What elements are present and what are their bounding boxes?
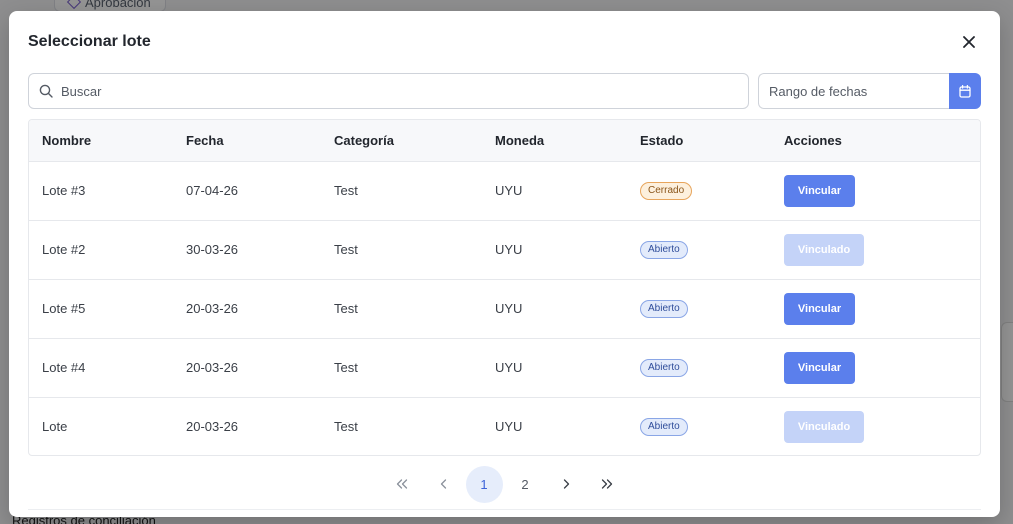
- cell-actions: Vincular: [771, 279, 980, 338]
- cell-actions: Vinculado: [771, 397, 980, 455]
- cell-category: Test: [334, 419, 358, 435]
- cell-date: 20-03-26: [186, 419, 239, 435]
- cell-currency: UYU: [495, 360, 523, 375]
- cell-actions: Vincular: [771, 161, 980, 220]
- cell-status: Abierto: [627, 279, 771, 338]
- cell-category: Test: [334, 360, 358, 375]
- status-badge: Abierto: [640, 418, 688, 437]
- pagination: 1 2: [9, 465, 1000, 503]
- close-icon: [963, 36, 975, 48]
- cell-currency: UYU: [495, 419, 523, 435]
- cell-name: Lote #5: [42, 301, 86, 316]
- linked-button[interactable]: Vinculado: [784, 233, 864, 266]
- date-range-field: [758, 73, 981, 109]
- table-header-row: Nombre Fecha Categoría Moneda Estado Acc…: [29, 120, 980, 161]
- cell-date: 07-04-26: [186, 183, 239, 198]
- last-page-button[interactable]: [589, 466, 626, 503]
- status-badge: Abierto: [640, 241, 688, 259]
- table-row: Lote #4 20-03-26 Test UYU Abierto Vincul…: [29, 338, 980, 397]
- cell-status: Abierto: [627, 220, 771, 279]
- select-batch-modal: Seleccionar lote Nombre Fecha: [9, 11, 1000, 517]
- cell-status: Cerrado: [627, 161, 771, 220]
- modal-title: Seleccionar lote: [28, 33, 151, 50]
- table-row: Lote #2 30-03-26 Test UYU Abierto Vincul…: [29, 220, 980, 279]
- first-page-button[interactable]: [384, 466, 421, 503]
- cell-name: Lote #3: [42, 183, 86, 198]
- page-button-2[interactable]: 2: [507, 466, 544, 503]
- link-button[interactable]: Vincular: [784, 174, 855, 207]
- chevron-left-icon: [440, 479, 446, 489]
- column-header-date: Fecha: [186, 132, 224, 148]
- column-header-status: Estado: [640, 132, 684, 148]
- search-field[interactable]: [28, 73, 749, 109]
- cell-name: Lote: [42, 419, 68, 435]
- search-input[interactable]: [61, 83, 701, 99]
- cell-currency: UYU: [495, 183, 523, 198]
- chevron-right-icon: [563, 479, 569, 489]
- table-row: Lote #5 20-03-26 Test UYU Abierto Vincul…: [29, 279, 980, 338]
- column-header-currency: Moneda: [495, 132, 545, 148]
- link-button[interactable]: Vincular: [784, 351, 855, 384]
- cell-category: Test: [334, 242, 358, 257]
- cell-category: Test: [334, 183, 358, 198]
- status-badge: Abierto: [640, 359, 688, 377]
- double-chevron-right-icon: [601, 479, 613, 489]
- double-chevron-left-icon: [396, 479, 408, 489]
- cell-currency: UYU: [495, 301, 523, 316]
- cell-status: Abierto: [627, 338, 771, 397]
- cell-category: Test: [334, 301, 358, 316]
- previous-page-button[interactable]: [425, 466, 462, 503]
- table-row: Lote 20-03-26 Test UYU Abierto Vinculado: [29, 397, 980, 455]
- divider: [28, 509, 981, 510]
- cell-date: 20-03-26: [186, 301, 239, 316]
- cell-name: Lote #4: [42, 360, 86, 375]
- column-header-category: Categoría: [334, 132, 394, 148]
- calendar-button[interactable]: [949, 73, 981, 109]
- linked-button[interactable]: Vinculado: [784, 410, 864, 443]
- cell-actions: Vincular: [771, 338, 980, 397]
- link-button[interactable]: Vincular: [784, 292, 855, 325]
- cell-currency: UYU: [495, 242, 523, 257]
- date-range-input[interactable]: [758, 73, 949, 109]
- cell-status: Abierto: [627, 397, 771, 455]
- search-icon: [39, 84, 53, 98]
- cell-date: 20-03-26: [186, 360, 239, 375]
- batch-table: Nombre Fecha Categoría Moneda Estado Acc…: [28, 119, 981, 456]
- status-badge: Abierto: [640, 300, 688, 318]
- table-row: Lote #3 07-04-26 Test UYU Cerrado Vincul…: [29, 161, 980, 220]
- cell-name: Lote #2: [42, 242, 86, 257]
- status-badge: Cerrado: [640, 182, 693, 200]
- close-button[interactable]: [960, 33, 978, 51]
- column-header-actions: Acciones: [784, 132, 842, 148]
- column-header-name: Nombre: [42, 132, 92, 148]
- cell-actions: Vinculado: [771, 220, 980, 279]
- calendar-icon: [959, 84, 971, 98]
- page-button-1[interactable]: 1: [465, 465, 503, 503]
- cell-date: 30-03-26: [186, 242, 239, 257]
- next-page-button[interactable]: [548, 466, 585, 503]
